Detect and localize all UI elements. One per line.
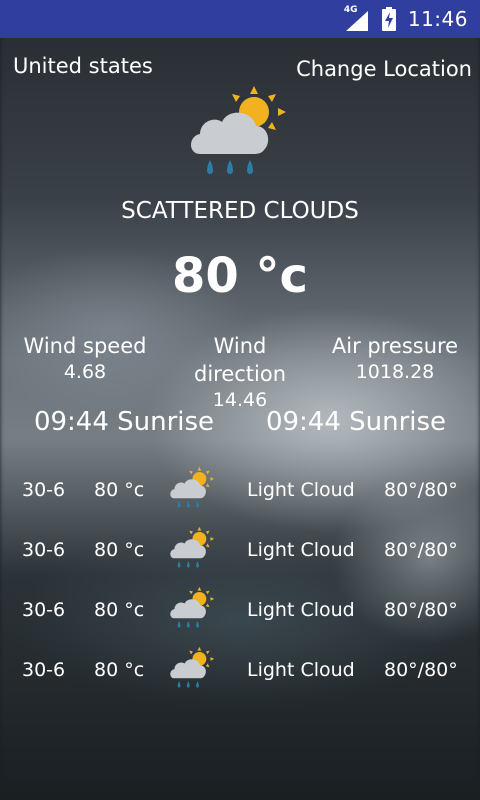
signal-icon bbox=[345, 11, 368, 31]
forecast-date: 30-6 bbox=[22, 659, 66, 681]
battery-charging-icon bbox=[381, 7, 396, 31]
wind-speed-stat: Wind speed 4.68 bbox=[0, 332, 170, 412]
current-temperature: 80 °c bbox=[172, 248, 308, 304]
forecast-description: Light Cloud bbox=[247, 539, 355, 561]
forecast-range: 80°/80° bbox=[384, 479, 458, 501]
change-location-button[interactable]: Change Location bbox=[296, 57, 472, 81]
forecast-date: 30-6 bbox=[22, 539, 66, 561]
forecast-row[interactable]: 30-6 80 °c Light Cloud 80°/80° bbox=[0, 462, 480, 522]
weather-description: SCATTERED CLOUDS bbox=[121, 198, 359, 224]
forecast-description: Light Cloud bbox=[247, 659, 355, 681]
stat-label: Wind direction bbox=[193, 334, 287, 386]
cloud-sun-rain-icon bbox=[170, 466, 215, 508]
forecast-row[interactable]: 30-6 80 °c Light Cloud 80°/80° bbox=[0, 582, 480, 642]
forecast-temp: 80 °c bbox=[94, 539, 145, 561]
forecast-temp: 80 °c bbox=[94, 479, 145, 501]
weather-screen: United states Change Location SCATTERED … bbox=[0, 0, 480, 800]
forecast-temp: 80 °c bbox=[94, 599, 145, 621]
air-pressure-stat: Air pressure 1018.28 bbox=[310, 332, 480, 412]
forecast-range: 80°/80° bbox=[384, 599, 458, 621]
weather-stats: Wind speed 4.68 Wind direction 14.46 Air… bbox=[0, 332, 480, 412]
stat-value: 1018.28 bbox=[355, 361, 435, 383]
sun-times: 09:44 Sunrise 09:44 Sunrise bbox=[0, 407, 480, 437]
sunrise-time: 09:44 Sunrise bbox=[33, 407, 215, 437]
clock: 11:46 bbox=[407, 7, 468, 31]
location-label: United states bbox=[13, 54, 153, 78]
stat-value: 4.68 bbox=[63, 361, 107, 383]
wind-direction-stat: Wind direction 14.46 bbox=[170, 332, 310, 412]
forecast-date: 30-6 bbox=[22, 479, 66, 501]
forecast-description: Light Cloud bbox=[247, 479, 355, 501]
forecast-range: 80°/80° bbox=[384, 659, 458, 681]
cloud-sun-rain-icon bbox=[170, 586, 215, 628]
cloud-sun-rain-icon bbox=[191, 86, 286, 174]
forecast-row[interactable]: 30-6 80 °c Light Cloud 80°/80° bbox=[0, 642, 480, 702]
forecast-description: Light Cloud bbox=[247, 599, 355, 621]
stat-label: Wind speed bbox=[23, 334, 147, 358]
cloud-sun-rain-icon bbox=[170, 526, 215, 568]
cloud-sun-rain-icon bbox=[170, 646, 215, 688]
network-indicator: 4G bbox=[342, 5, 370, 31]
forecast-row[interactable]: 30-6 80 °c Light Cloud 80°/80° bbox=[0, 522, 480, 582]
stat-label: Air pressure bbox=[331, 334, 459, 358]
forecast-list: 30-6 80 °c Light Cloud 80°/80° 30-6 80 °… bbox=[0, 462, 480, 702]
sunset-time: 09:44 Sunrise bbox=[265, 407, 447, 437]
status-bar: 4G 11:46 bbox=[0, 0, 480, 38]
forecast-date: 30-6 bbox=[22, 599, 66, 621]
forecast-range: 80°/80° bbox=[384, 539, 458, 561]
forecast-temp: 80 °c bbox=[94, 659, 145, 681]
